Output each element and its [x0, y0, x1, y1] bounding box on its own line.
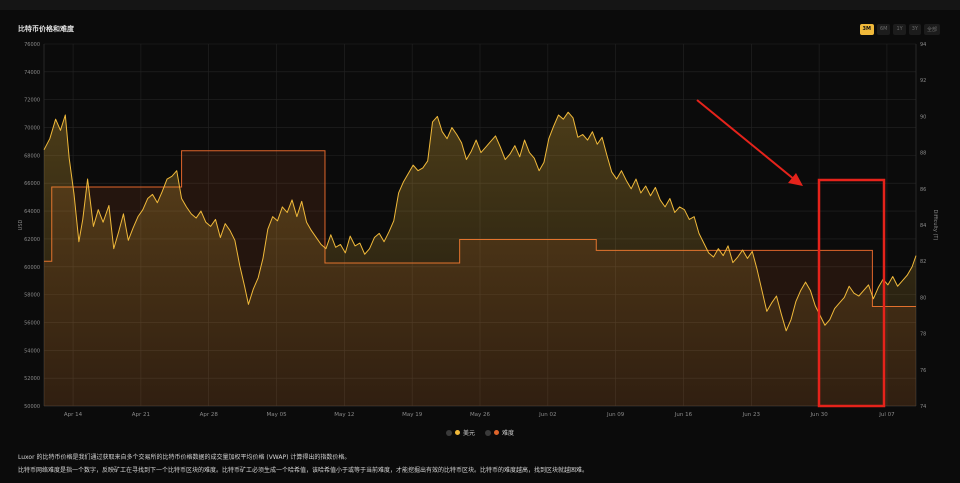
x-tick-label: Jun 09	[606, 412, 625, 418]
x-tick-label: Apr 14	[64, 412, 83, 418]
y2-tick-label: 84	[920, 223, 926, 229]
top-bar	[0, 0, 960, 10]
y2-tick-label: 78	[920, 332, 926, 338]
y-tick-label: 64000	[24, 209, 40, 215]
y-tick-label: 56000	[24, 320, 40, 326]
y2-tick-label: 92	[920, 78, 926, 84]
y2-tick-label: 90	[920, 114, 926, 120]
x-tick-label: May 19	[402, 412, 423, 418]
legend-swatch-usd	[454, 430, 460, 435]
y2-tick-label: 76	[920, 368, 926, 374]
y-tick-label: 74000	[24, 70, 40, 76]
y2-tick-label: 82	[920, 259, 926, 265]
y-tick-label: 76000	[24, 42, 40, 48]
y2-tick-label: 88	[920, 151, 926, 157]
y-tick-label: 62000	[24, 237, 40, 243]
x-tick-label: Jun 23	[742, 412, 761, 418]
y-tick-label: 66000	[24, 181, 40, 187]
y2-tick-label: 94	[920, 42, 926, 48]
x-tick-label: Apr 28	[200, 412, 219, 418]
y-tick-label: 58000	[24, 293, 40, 299]
legend-label-difficulty: 难度	[502, 430, 515, 437]
price-difficulty-chart: 50000 52000 54000 56000 58000 60000 62000 64000…	[18, 42, 938, 418]
y2-tick-label: 74	[920, 404, 926, 410]
x-tick-label: May 05	[266, 412, 287, 418]
legend-item-usd[interactable]: 美元	[445, 428, 475, 437]
y-tick-label: 50000	[24, 404, 40, 410]
legend-label-usd: 美元	[462, 430, 475, 437]
x-tick-label: Jul 07	[878, 412, 895, 418]
y2-tick-label: 80	[920, 295, 926, 301]
x-tick-label: May 26	[470, 412, 491, 418]
x-tick-label: Jun 30	[809, 412, 828, 418]
y2-axis-title: Difficulty (T)	[932, 210, 938, 241]
y-axis-title: USD	[18, 220, 24, 231]
legend-check-icon	[485, 429, 491, 436]
y-tick-label: 68000	[24, 153, 40, 159]
y-tick-label: 72000	[24, 98, 40, 104]
legend-item-difficulty[interactable]: 难度	[485, 428, 514, 437]
description-price: Luxor 的比特币价格是我们通过获取来自多个交易所的比特币价格数据的成交量加权…	[18, 454, 351, 461]
x-tick-label: Apr 21	[132, 412, 150, 418]
legend-check-icon	[445, 429, 452, 436]
x-tick-label: May 12	[334, 412, 354, 418]
legend-swatch-difficulty	[494, 430, 499, 435]
y-tick-label: 54000	[24, 348, 40, 354]
y2-tick-label: 86	[920, 187, 926, 193]
y-tick-label: 70000	[24, 126, 40, 132]
y-tick-label: 60000	[24, 265, 40, 271]
y-tick-label: 52000	[24, 376, 40, 382]
chart-title: 比特币价格和难度	[18, 25, 74, 33]
x-tick-label: Jun 16	[674, 412, 693, 418]
x-tick-label: Jun 02	[538, 412, 556, 418]
annotation-arrow-line	[696, 99, 796, 181]
description-difficulty: 比特币网络难度是指一个数字，反映矿工在寻找到下一个比特币区块的难度。比特币矿工必…	[18, 467, 589, 474]
chart-legend: 美元 难度	[0, 428, 960, 437]
